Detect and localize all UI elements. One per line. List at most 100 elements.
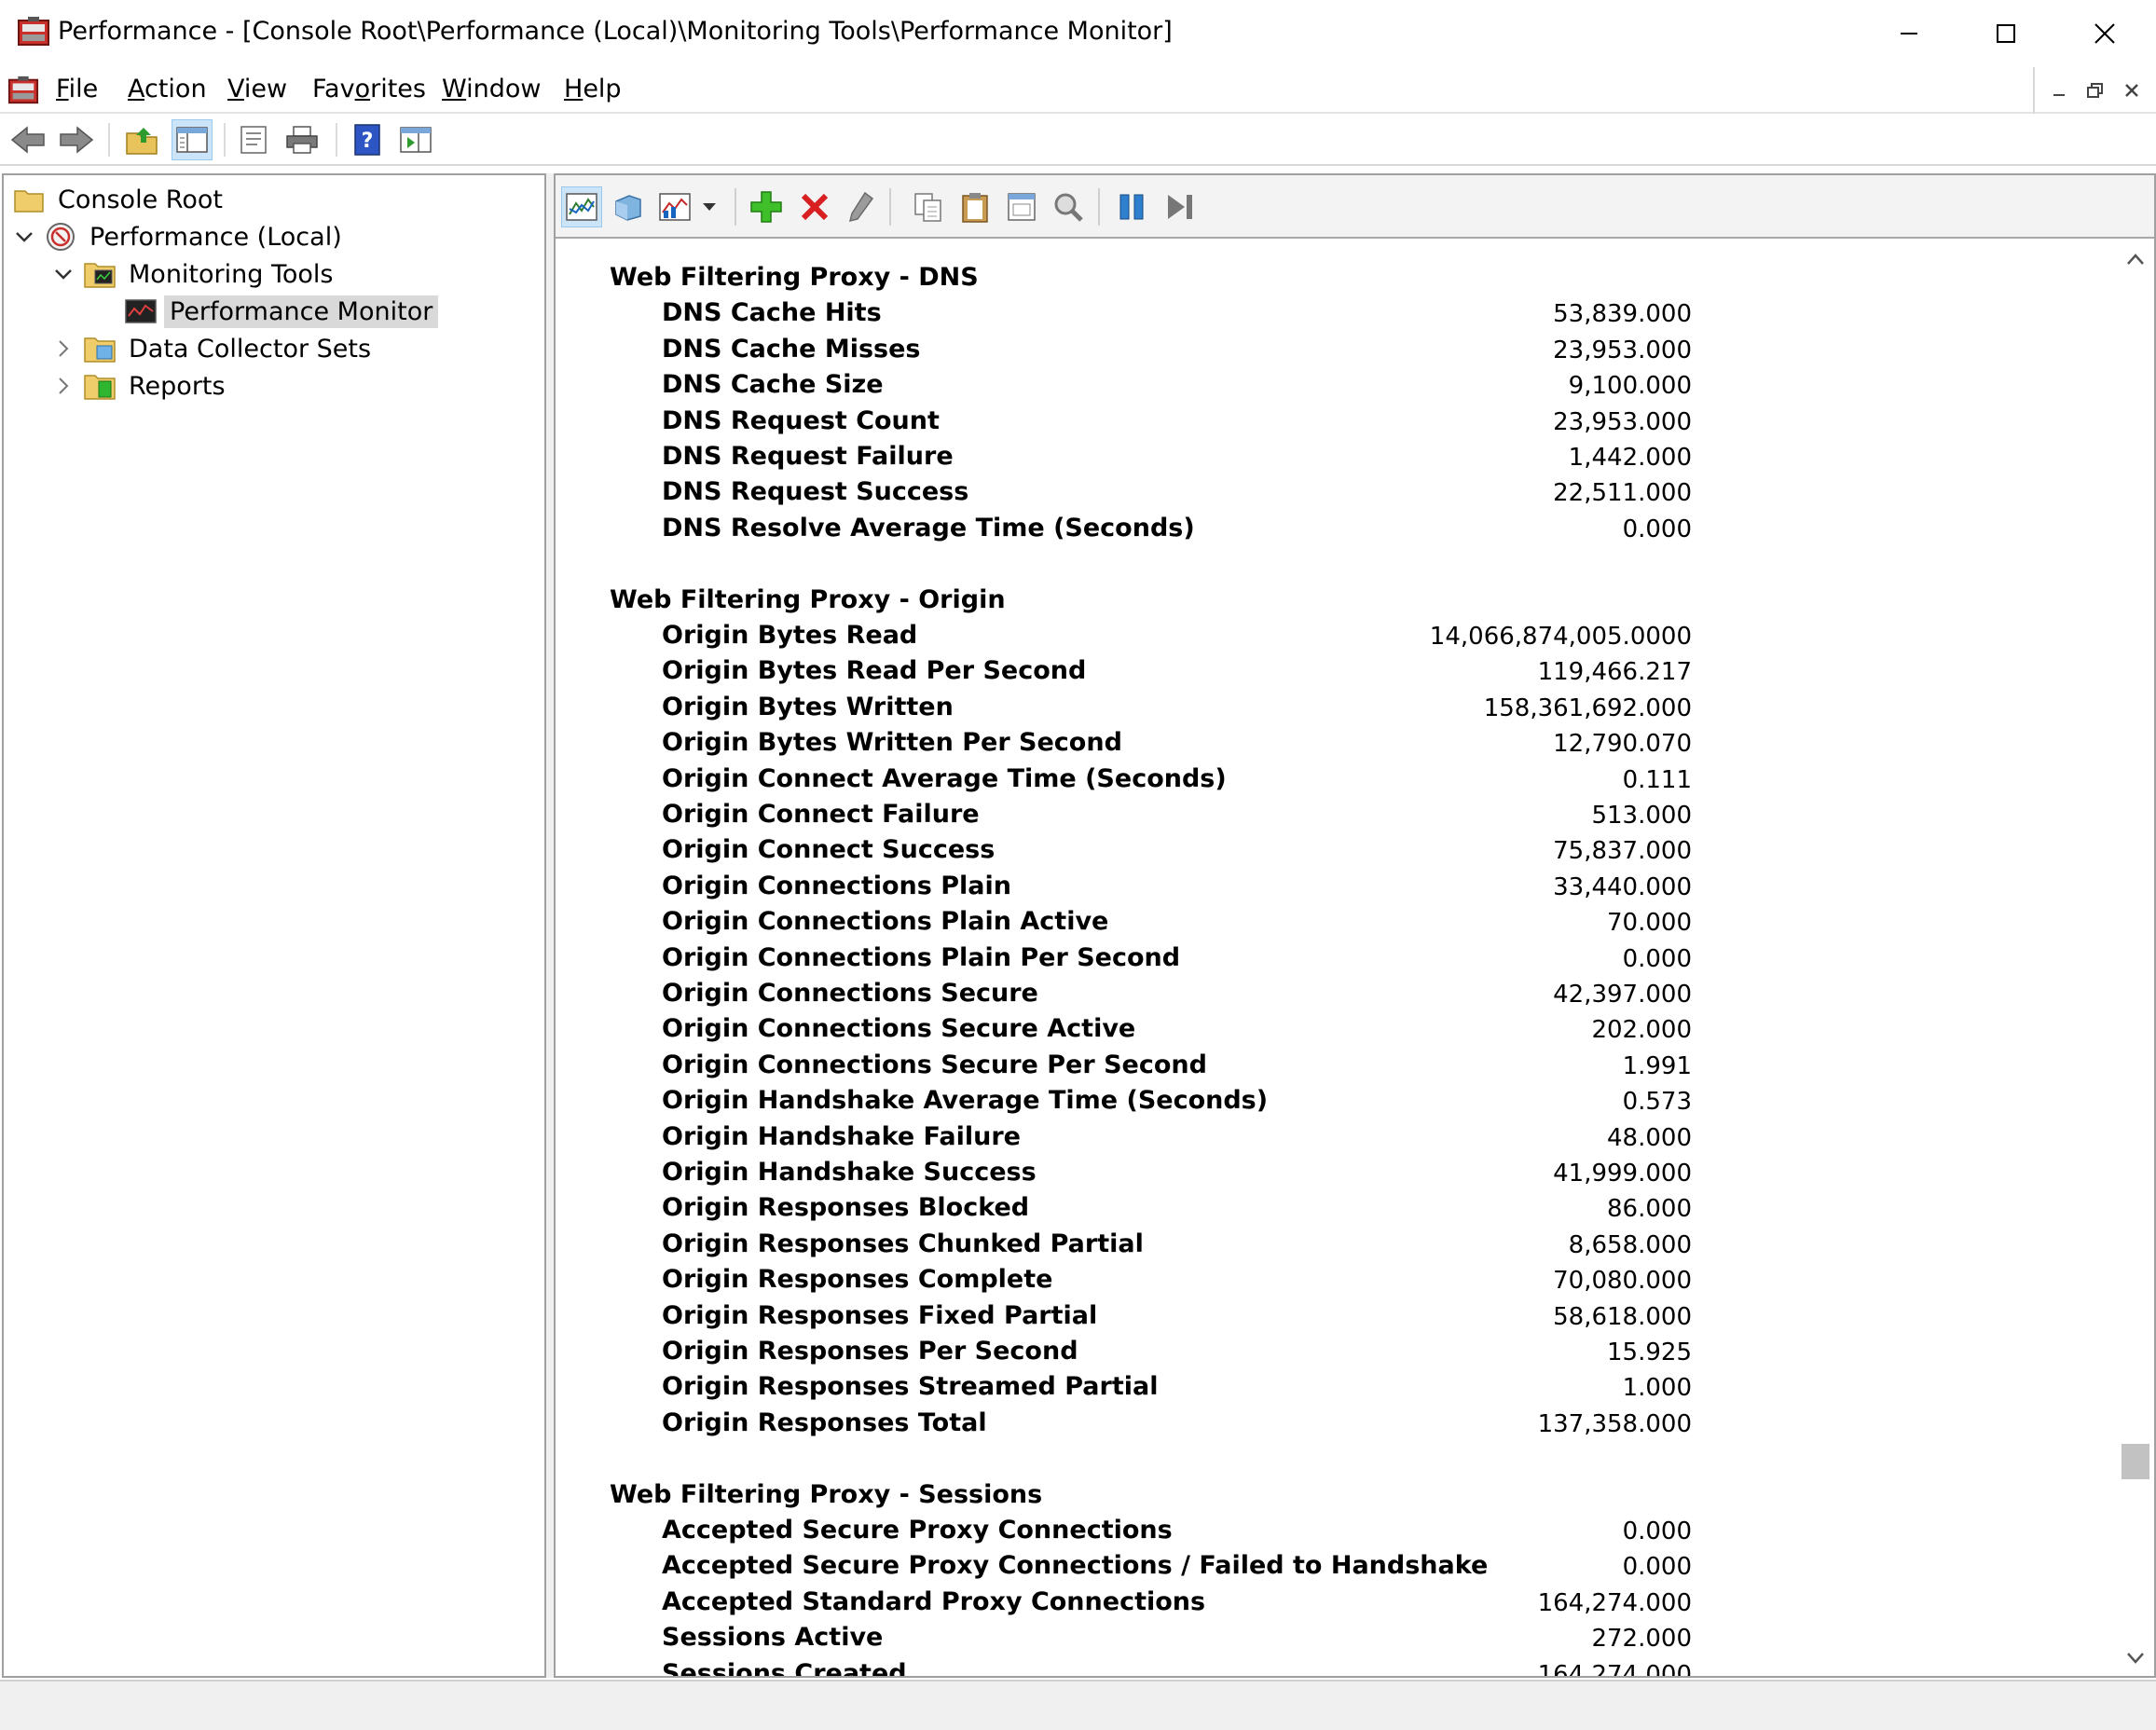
menu-file[interactable]: File <box>56 75 98 103</box>
counter-row[interactable]: Accepted Secure Proxy Connections / Fail… <box>556 1551 2116 1586</box>
forward-button[interactable] <box>56 119 97 160</box>
scroll-down-button[interactable] <box>2116 1639 2154 1676</box>
show-hide-action-pane-button[interactable] <box>395 119 436 160</box>
freeze-display-button[interactable] <box>1111 186 1152 227</box>
help-button[interactable]: ? <box>347 119 388 160</box>
counter-row[interactable]: DNS Request Failure 1,442.000 <box>556 442 2116 477</box>
counter-name: Origin Connections Plain Per Second <box>662 942 1181 972</box>
change-graph-type-button[interactable] <box>654 186 695 227</box>
counter-row[interactable]: DNS Cache Size 9,100.000 <box>556 370 2116 405</box>
counter-row[interactable]: Origin Responses Fixed Partial 58,618.000 <box>556 1301 2116 1337</box>
counter-row[interactable]: Origin Responses Total 137,358.000 <box>556 1408 2116 1444</box>
update-data-button[interactable] <box>1160 186 1201 227</box>
counter-row[interactable]: Origin Connections Secure Per Second 1.99… <box>556 1050 2116 1086</box>
tree-item-performance-monitor[interactable]: Performance Monitor <box>125 293 439 330</box>
menu-window[interactable]: Window <box>442 75 541 103</box>
counter-row[interactable]: DNS Request Count 23,953.000 <box>556 406 2116 442</box>
counter-row[interactable]: Origin Bytes Read 14,066,874,005.0000 <box>556 621 2116 656</box>
counter-row[interactable]: Origin Bytes Written Per Second 12,790.07… <box>556 728 2116 763</box>
counter-row[interactable]: Accepted Secure Proxy Connections 0.000 <box>556 1516 2116 1551</box>
properties-button[interactable] <box>1001 186 1042 227</box>
counter-row[interactable]: Origin Handshake Failure 48.000 <box>556 1122 2116 1158</box>
highlight-button[interactable] <box>841 186 882 227</box>
zoom-button[interactable] <box>1048 186 1089 227</box>
counter-value: 33,440.000 <box>1553 872 1692 901</box>
counter-row[interactable]: Origin Connections Secure 42,397.000 <box>556 979 2116 1014</box>
graph-type-dropdown[interactable] <box>695 186 723 227</box>
counter-row[interactable]: Origin Bytes Read Per Second 119,466.217 <box>556 656 2116 692</box>
counter-row[interactable]: DNS Resolve Average Time (Seconds) 0.000 <box>556 514 2116 549</box>
tree-item-performance-local[interactable]: Performance (Local) <box>13 218 348 255</box>
delete-x-icon <box>801 193 829 221</box>
counter-value: 164,274.000 <box>1537 1588 1692 1617</box>
counter-row[interactable]: Origin Responses Blocked 86.000 <box>556 1193 2116 1229</box>
counter-row[interactable]: Origin Handshake Success 41,999.000 <box>556 1158 2116 1193</box>
tree-item-data-collector-sets[interactable]: Data Collector Sets <box>52 330 377 367</box>
vertical-scrollbar[interactable] <box>2116 240 2154 1676</box>
counter-row[interactable]: DNS Request Success 22,511.000 <box>556 477 2116 513</box>
paste-counter-list-button[interactable] <box>954 186 996 227</box>
graph-type-icon <box>659 193 691 221</box>
show-hide-console-tree-button[interactable] <box>172 119 213 160</box>
tree-item-console-root[interactable]: Console Root <box>13 181 228 218</box>
data-collector-folder-icon <box>84 333 116 364</box>
view-log-data-button[interactable] <box>608 186 649 227</box>
toolbar-separator <box>336 123 337 157</box>
title-bar: Performance - [Console Root\Performance … <box>0 0 2156 67</box>
menu-help[interactable]: Help <box>564 75 622 103</box>
back-button[interactable] <box>7 119 48 160</box>
print-button[interactable] <box>282 119 323 160</box>
counter-row[interactable]: Origin Connect Success 75,837.000 <box>556 835 2116 871</box>
properties-button[interactable] <box>233 119 274 160</box>
counter-row[interactable]: Origin Responses Streamed Partial 1.000 <box>556 1372 2116 1407</box>
add-counter-button[interactable] <box>746 186 787 227</box>
counter-row[interactable]: DNS Cache Misses 23,953.000 <box>556 335 2116 370</box>
chevron-right-icon[interactable] <box>52 375 75 397</box>
up-one-level-button[interactable] <box>121 119 162 160</box>
counter-name: Origin Connect Success <box>662 835 996 865</box>
counter-name: Accepted Standard Proxy Connections <box>662 1586 1206 1616</box>
delete-counter-button[interactable] <box>794 186 835 227</box>
counter-name: Origin Responses Fixed Partial <box>662 1300 1098 1330</box>
counter-value: 70.000 <box>1607 909 1692 938</box>
view-current-activity-button[interactable] <box>561 186 602 227</box>
system-menu-icon[interactable] <box>7 75 39 106</box>
scrollbar-thumb[interactable] <box>2122 1444 2149 1480</box>
menu-view[interactable]: View <box>227 75 287 103</box>
counter-row[interactable]: DNS Cache Hits 53,839.000 <box>556 298 2116 334</box>
tree-item-reports[interactable]: Reports <box>52 367 231 405</box>
counter-row[interactable]: Origin Responses Chunked Partial 8,658.00… <box>556 1229 2116 1265</box>
counter-row[interactable]: Origin Connect Failure 513.000 <box>556 800 2116 835</box>
mdi-close-button[interactable] <box>2118 76 2146 104</box>
counter-row[interactable]: Origin Connections Plain Per Second 0.000 <box>556 943 2116 979</box>
counter-row[interactable]: Origin Connect Average Time (Seconds) 0.1… <box>556 764 2116 800</box>
mdi-minimize-button[interactable] <box>2045 76 2073 104</box>
chevron-down-icon[interactable] <box>52 263 75 285</box>
action-pane-icon <box>400 127 432 153</box>
copy-properties-button[interactable] <box>908 186 949 227</box>
tree-item-monitoring-tools[interactable]: Monitoring Tools <box>52 255 338 293</box>
menu-favorites[interactable]: Favorites <box>312 75 426 103</box>
counter-row[interactable]: Origin Connections Secure Active 202.000 <box>556 1014 2116 1050</box>
chevron-down-icon[interactable] <box>13 226 35 248</box>
counter-value: 86.000 <box>1607 1195 1692 1224</box>
counter-row[interactable]: Origin Connections Plain 33,440.000 <box>556 872 2116 907</box>
counter-row[interactable]: Sessions Active 272.000 <box>556 1623 2116 1658</box>
menu-action[interactable]: Action <box>128 75 207 103</box>
counter-name: DNS Cache Misses <box>662 334 921 364</box>
mdi-restore-button[interactable] <box>2081 76 2109 104</box>
performance-app-icon[interactable] <box>17 15 50 48</box>
counter-row[interactable]: Origin Handshake Average Time (Seconds) 0… <box>556 1086 2116 1121</box>
counter-row[interactable]: Accepted Standard Proxy Connections 164,2… <box>556 1587 2116 1623</box>
chevron-right-icon[interactable] <box>52 337 75 360</box>
counter-row[interactable]: Sessions Created 164,274.000 <box>556 1659 2116 1676</box>
scroll-up-button[interactable] <box>2116 240 2154 278</box>
pane-splitter[interactable] <box>546 173 554 1678</box>
counter-row[interactable]: Origin Bytes Written 158,361,692.000 <box>556 693 2116 728</box>
close-button[interactable] <box>2056 0 2153 67</box>
counter-row[interactable]: Origin Connections Plain Active 70.000 <box>556 907 2116 942</box>
counter-row[interactable]: Origin Responses Per Second 15.925 <box>556 1337 2116 1372</box>
counter-row[interactable]: Origin Responses Complete 70,080.000 <box>556 1265 2116 1300</box>
maximize-button[interactable] <box>1957 0 2054 67</box>
minimize-button[interactable] <box>1861 0 1957 67</box>
